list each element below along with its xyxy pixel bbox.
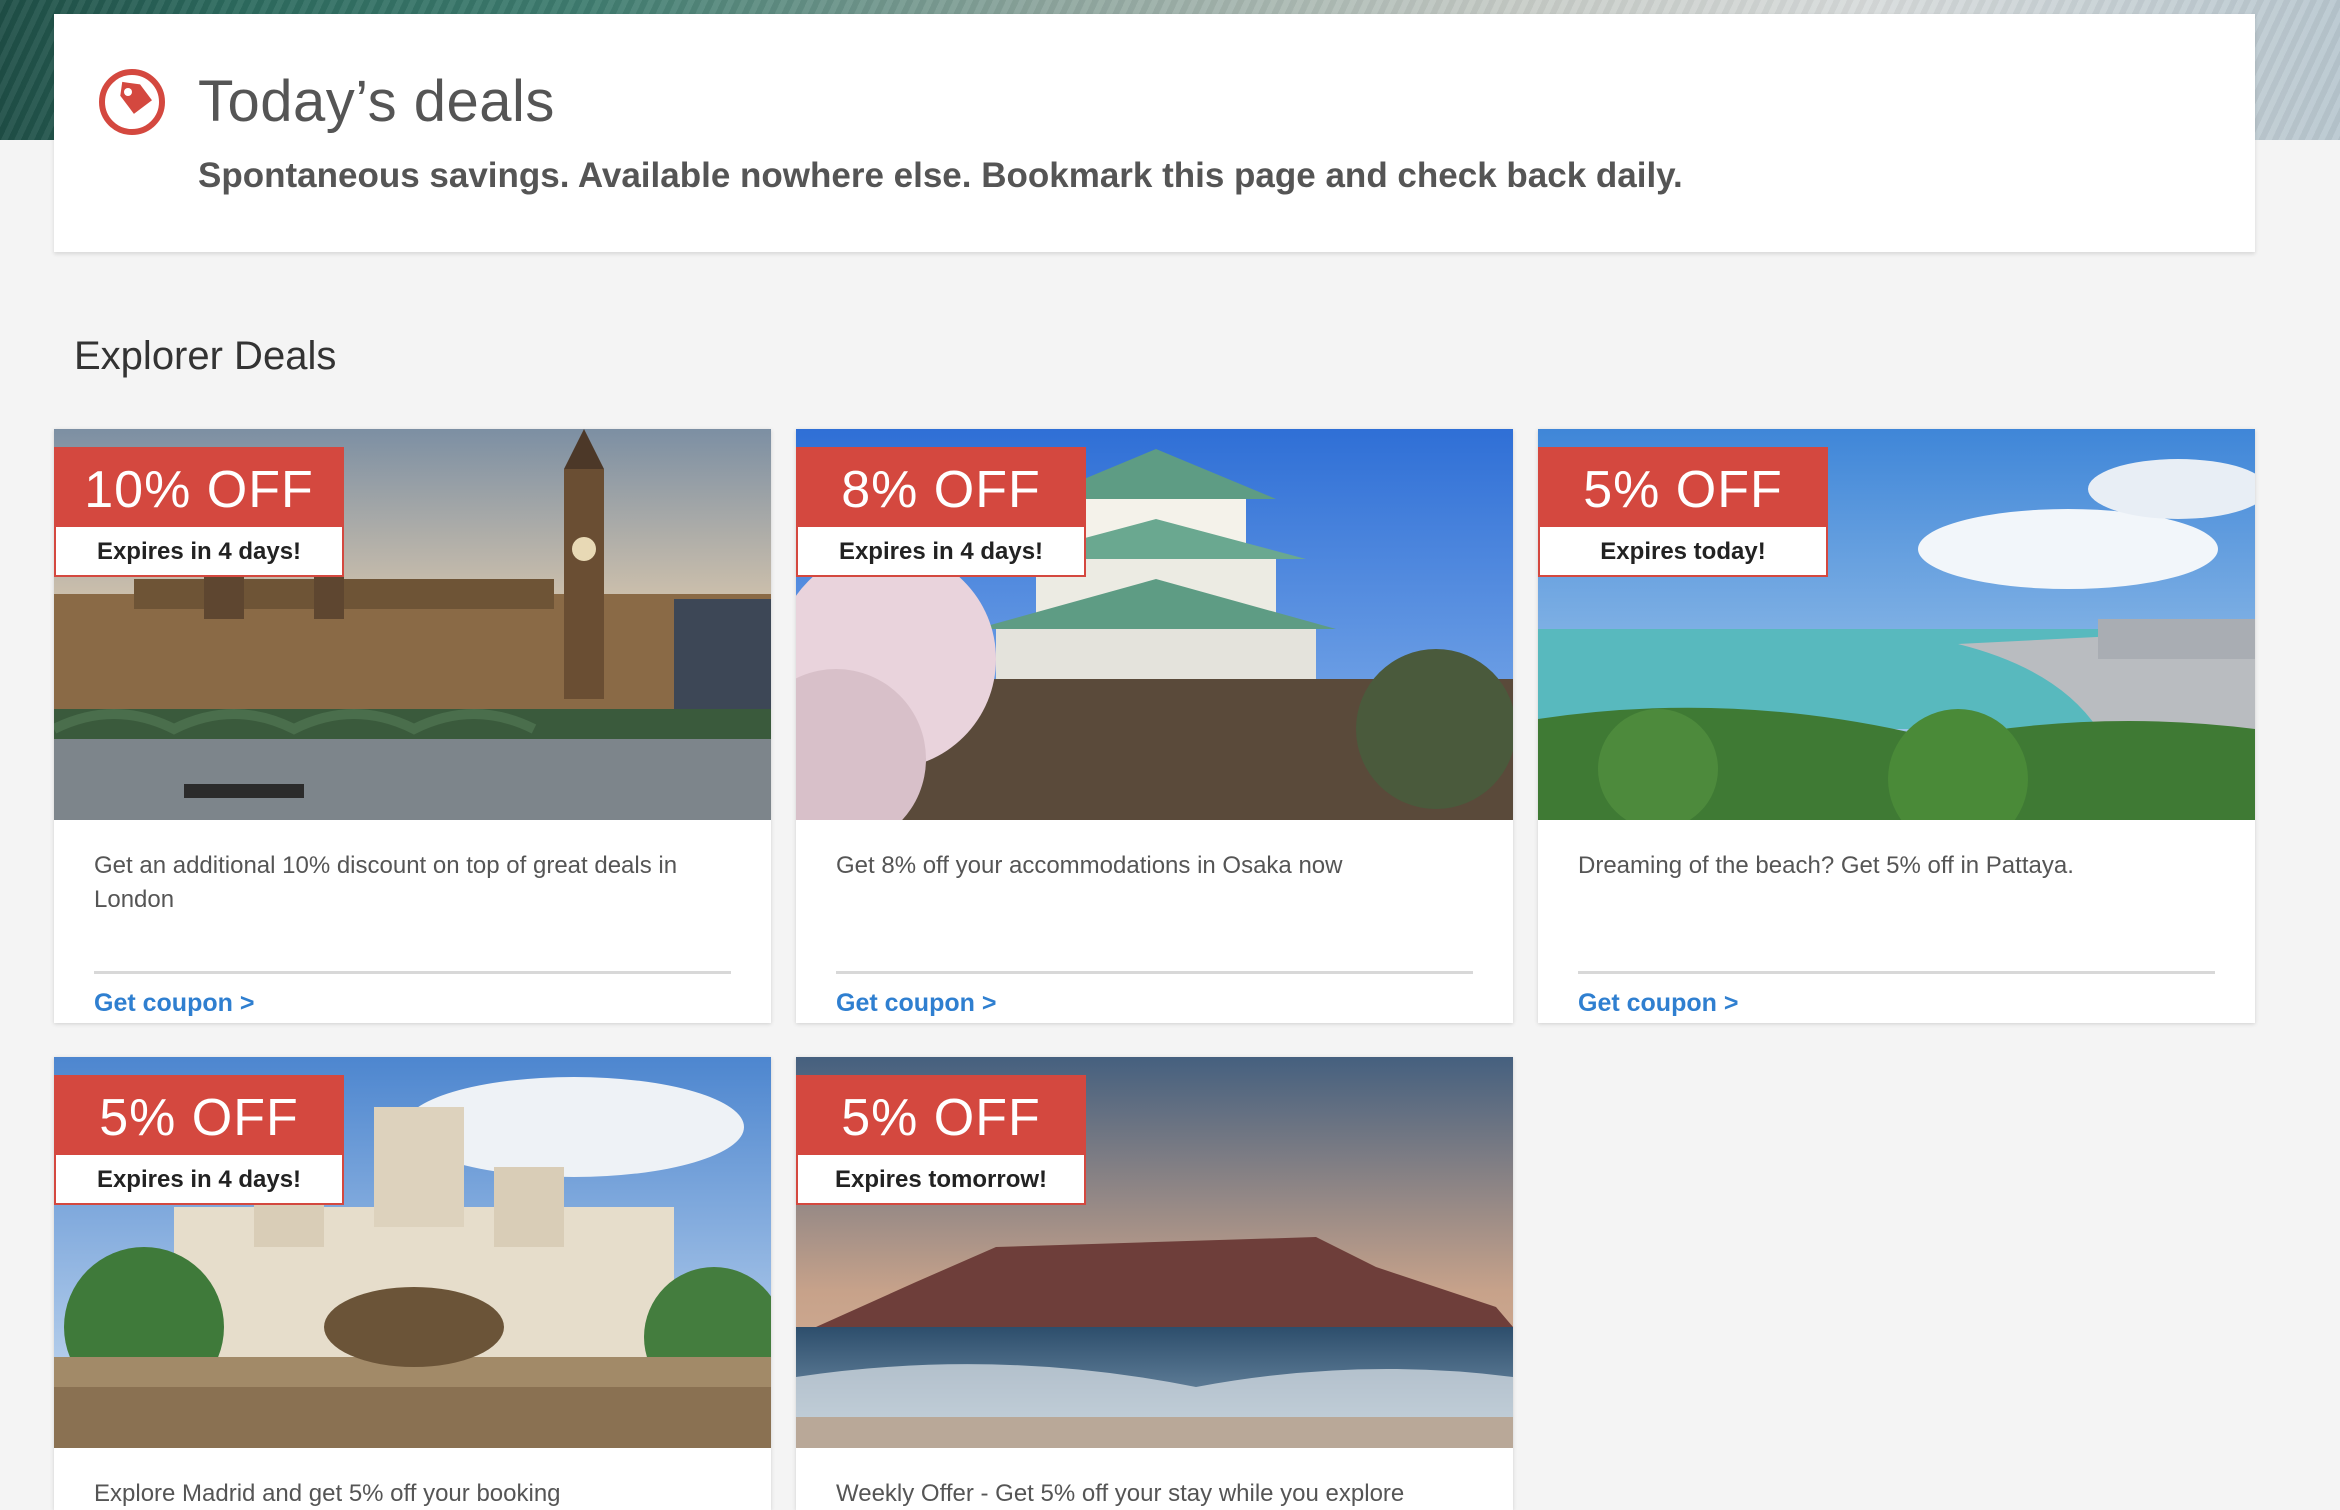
section-title: Explorer Deals — [74, 334, 337, 378]
deal-description: Dreaming of the beach? Get 5% off in Pat… — [1578, 852, 2074, 879]
discount-badge: 8% OFF Expires in 4 days! — [796, 447, 1086, 577]
madrid-cibeles-photo: 5% OFF Expires in 4 days! — [54, 1057, 771, 1448]
expiry-label: Expires in 4 days! — [96, 1166, 302, 1193]
london-big-ben-photo: 10% OFF Expires in 4 days! — [54, 429, 771, 820]
page-subtitle: Spontaneous savings. Available nowhere e… — [198, 156, 1683, 195]
discount-label: 5% OFF — [1540, 449, 1826, 527]
discount-label: 10% OFF — [56, 449, 342, 527]
deal-card-pattaya[interactable]: 5% OFF Expires today! Dreaming of the be… — [1538, 429, 2255, 1023]
discount-label: 8% OFF — [798, 449, 1084, 527]
deal-description: Get an additional 10% discount on top of… — [94, 852, 678, 913]
deal-card-cape-town[interactable]: 5% OFF Expires tomorrow! Weekly Offer - … — [796, 1057, 1513, 1510]
expiry-label: Expires in 4 days! — [838, 538, 1044, 565]
discount-badge: 10% OFF Expires in 4 days! — [54, 447, 344, 577]
discount-label: 5% OFF — [798, 1077, 1084, 1155]
discount-badge: 5% OFF Expires tomorrow! — [796, 1075, 1086, 1205]
discount-badge: 5% OFF Expires today! — [1538, 447, 1828, 577]
deal-card-london[interactable]: 10% OFF Expires in 4 days! Get an additi… — [54, 429, 771, 1023]
discount-label: 5% OFF — [56, 1077, 342, 1155]
divider — [1578, 971, 2215, 974]
todays-deals-header: Today’s deals Spontaneous savings. Avail… — [54, 14, 2255, 252]
deal-description: Weekly Offer - Get 5% off your stay whil… — [836, 1480, 1405, 1507]
cape-town-table-mountain-photo: 5% OFF Expires tomorrow! — [796, 1057, 1513, 1448]
deal-card-madrid[interactable]: 5% OFF Expires in 4 days! Explore Madrid… — [54, 1057, 771, 1510]
expiry-label: Expires in 4 days! — [96, 538, 302, 565]
discount-badge: 5% OFF Expires in 4 days! — [54, 1075, 344, 1205]
osaka-castle-photo: 8% OFF Expires in 4 days! — [796, 429, 1513, 820]
divider — [836, 971, 1473, 974]
expiry-label: Expires today! — [1600, 538, 1766, 565]
deal-description: Explore Madrid and get 5% off your booki… — [94, 1480, 561, 1507]
divider — [94, 971, 731, 974]
get-coupon-link[interactable]: Get coupon > — [94, 989, 254, 1018]
pattaya-bay-photo: 5% OFF Expires today! — [1538, 429, 2255, 820]
deal-card-osaka[interactable]: 8% OFF Expires in 4 days! Get 8% off you… — [796, 429, 1513, 1023]
deal-description: Get 8% off your accommodations in Osaka … — [836, 852, 1343, 879]
page-title: Today’s deals — [198, 69, 555, 134]
get-coupon-link[interactable]: Get coupon > — [1578, 989, 1738, 1018]
get-coupon-link[interactable]: Get coupon > — [836, 989, 996, 1018]
price-tag-icon — [99, 69, 165, 135]
expiry-label: Expires tomorrow! — [834, 1166, 1048, 1193]
